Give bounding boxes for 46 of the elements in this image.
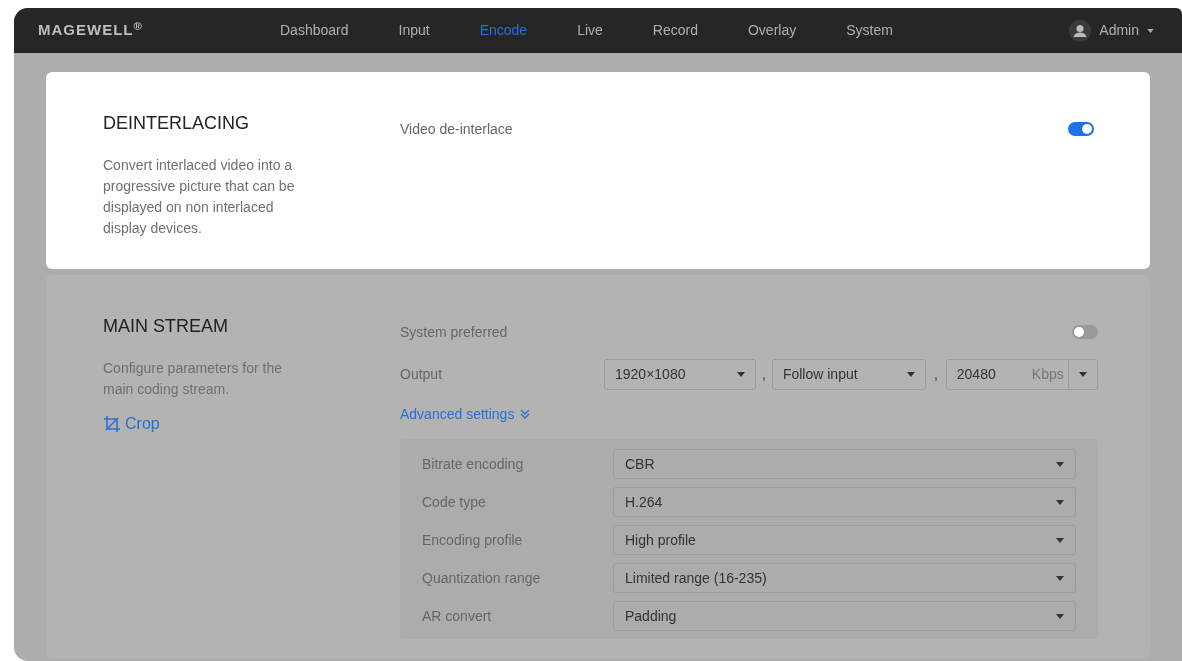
bitrate-value: 20480 bbox=[955, 364, 997, 384]
section-description: Configure parameters for the main coding stream. bbox=[103, 359, 283, 399]
user-menu[interactable]: Admin bbox=[1099, 20, 1154, 41]
nav-tab[interactable]: Overlay bbox=[747, 20, 797, 41]
caret-icon bbox=[1055, 575, 1064, 581]
caret-icon bbox=[1055, 461, 1064, 467]
setting-label: Output bbox=[400, 364, 444, 384]
field-label: Quantization range bbox=[422, 568, 542, 588]
caret-icon bbox=[737, 371, 745, 377]
caret-icon bbox=[1055, 613, 1064, 619]
select-dropdown[interactable]: Padding bbox=[613, 601, 1076, 631]
section-description: Convert interlaced video into a progressive picture that can be displayed on non interlaced display devices. bbox=[103, 156, 296, 238]
nav-tab[interactable]: Record bbox=[652, 20, 698, 41]
caret-icon bbox=[1078, 371, 1087, 377]
unit-label: Kbps bbox=[1031, 364, 1065, 384]
toggle-switch[interactable] bbox=[1071, 325, 1098, 339]
select-dropdown[interactable]: Limited range (16-235) bbox=[613, 563, 1076, 593]
section-title: MAIN STREAM bbox=[103, 315, 229, 338]
frame-rate-dropdown[interactable]: Follow input bbox=[771, 358, 926, 390]
resolution-dropdown[interactable]: 1920×1080 bbox=[604, 358, 756, 390]
nav-tab[interactable]: Input bbox=[398, 20, 430, 41]
separator: , bbox=[761, 364, 767, 384]
setting-label: Video de-interlace bbox=[400, 119, 513, 139]
crop-icon bbox=[103, 415, 121, 433]
nav-tab[interactable]: System bbox=[846, 20, 893, 41]
field-label: Encoding profile bbox=[422, 530, 524, 550]
toggle-switch[interactable] bbox=[1068, 122, 1094, 136]
section-title: DEINTERLACING bbox=[103, 112, 251, 135]
caret-icon bbox=[1055, 537, 1064, 543]
caret-icon bbox=[906, 371, 915, 377]
caret-icon bbox=[1055, 499, 1064, 505]
user-avatar-icon bbox=[1069, 19, 1092, 42]
select-dropdown[interactable]: CBR bbox=[613, 449, 1076, 479]
nav-tab[interactable]: Encode bbox=[479, 20, 528, 41]
select-dropdown[interactable]: H.264 bbox=[613, 487, 1076, 517]
setting-label: System preferred bbox=[400, 322, 508, 342]
nav-tab[interactable]: Dashboard bbox=[280, 20, 349, 41]
brand-logo: MAGEWELL$^{®}$ bbox=[38, 19, 144, 41]
field-label: Bitrate encoding bbox=[422, 454, 525, 474]
nav-tab[interactable]: Live bbox=[577, 20, 603, 41]
separator: , bbox=[932, 364, 939, 384]
bitrate-field[interactable]: 20480 Kbps bbox=[945, 358, 1098, 390]
caret-icon bbox=[1147, 28, 1154, 33]
field-label: Code type bbox=[422, 492, 487, 512]
select-dropdown[interactable]: High profile bbox=[613, 525, 1076, 555]
field-label: AR convert bbox=[422, 606, 493, 626]
